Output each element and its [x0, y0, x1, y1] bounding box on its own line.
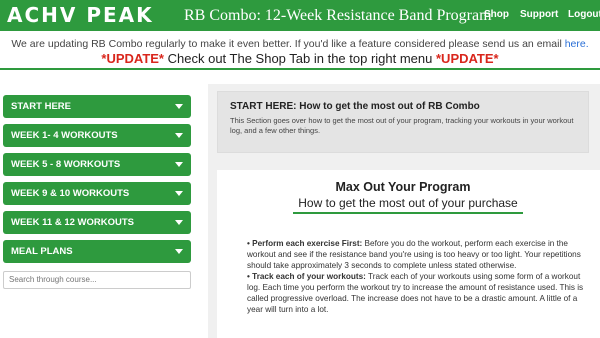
logo[interactable]: ACHV PEAK: [7, 3, 154, 27]
bullet-lead: • Perform each exercise First:: [247, 239, 363, 248]
update-banner: *UPDATE* Check out The Shop Tab in the t…: [0, 51, 600, 67]
caret-down-icon: [175, 133, 183, 138]
caret-down-icon: [175, 162, 183, 167]
bullet-item: • Track each of your workouts: Track eac…: [247, 271, 591, 315]
notice-text: We are updating RB Combo regularly to ma…: [11, 38, 562, 50]
card-description: This Section goes over how to get the mo…: [230, 116, 574, 135]
top-bar: ACHV PEAK RB Combo: 12-Week Resistance B…: [0, 0, 600, 31]
course-search-input[interactable]: [3, 270, 191, 289]
section-week-11-12[interactable]: WEEK 11 & 12 WORKOUTS: [3, 211, 191, 234]
section-week-9-10[interactable]: WEEK 9 & 10 WORKOUTS: [3, 182, 191, 205]
update-notice: We are updating RB Combo regularly to ma…: [0, 38, 600, 51]
section-meal-plans[interactable]: MEAL PLANS: [3, 240, 191, 263]
bullet-lead: • Track each of your workouts:: [247, 272, 366, 281]
course-sidebar: START HERE WEEK 1- 4 WORKOUTS WEEK 5 - 8…: [3, 95, 191, 289]
nav-support-link[interactable]: Support: [520, 9, 558, 21]
nav-logout-link[interactable]: Logout: [568, 9, 600, 21]
caret-down-icon: [175, 191, 183, 196]
caret-down-icon: [175, 104, 183, 109]
section-start-here[interactable]: START HERE: [3, 95, 191, 118]
section-label: MEAL PLANS: [11, 246, 73, 257]
lesson-content: Max Out Your Program How to get the most…: [217, 170, 600, 338]
lesson-subheading: How to get the most out of your purchase: [293, 196, 523, 214]
nav-shop-link[interactable]: Shop: [484, 9, 509, 21]
section-label: WEEK 1- 4 WORKOUTS: [11, 130, 118, 141]
section-label: WEEK 9 & 10 WORKOUTS: [11, 188, 130, 199]
lesson-heading: Max Out Your Program: [335, 180, 471, 194]
card-title: START HERE: How to get the most out of R…: [230, 101, 480, 112]
section-week-1-4[interactable]: WEEK 1- 4 WORKOUTS: [3, 124, 191, 147]
section-label: WEEK 11 & 12 WORKOUTS: [11, 217, 134, 228]
update-tag-right: *UPDATE*: [436, 51, 499, 66]
lesson-body: • Perform each exercise First: Before yo…: [247, 238, 591, 315]
email-here-link[interactable]: here.: [565, 38, 589, 50]
course-title: RB Combo: 12-Week Resistance Band Progra…: [184, 7, 492, 24]
bullet-item: • Perform each exercise First: Before yo…: [247, 238, 591, 271]
section-intro-card: START HERE: How to get the most out of R…: [217, 91, 589, 153]
section-label: WEEK 5 - 8 WORKOUTS: [11, 159, 121, 170]
update-tag-left: *UPDATE*: [101, 51, 164, 66]
section-week-5-8[interactable]: WEEK 5 - 8 WORKOUTS: [3, 153, 191, 176]
divider: [0, 68, 600, 70]
caret-down-icon: [175, 249, 183, 254]
section-label: START HERE: [11, 101, 71, 112]
update-text: Check out The Shop Tab in the top right …: [167, 51, 433, 66]
caret-down-icon: [175, 220, 183, 225]
main-panel: START HERE: How to get the most out of R…: [208, 84, 600, 338]
